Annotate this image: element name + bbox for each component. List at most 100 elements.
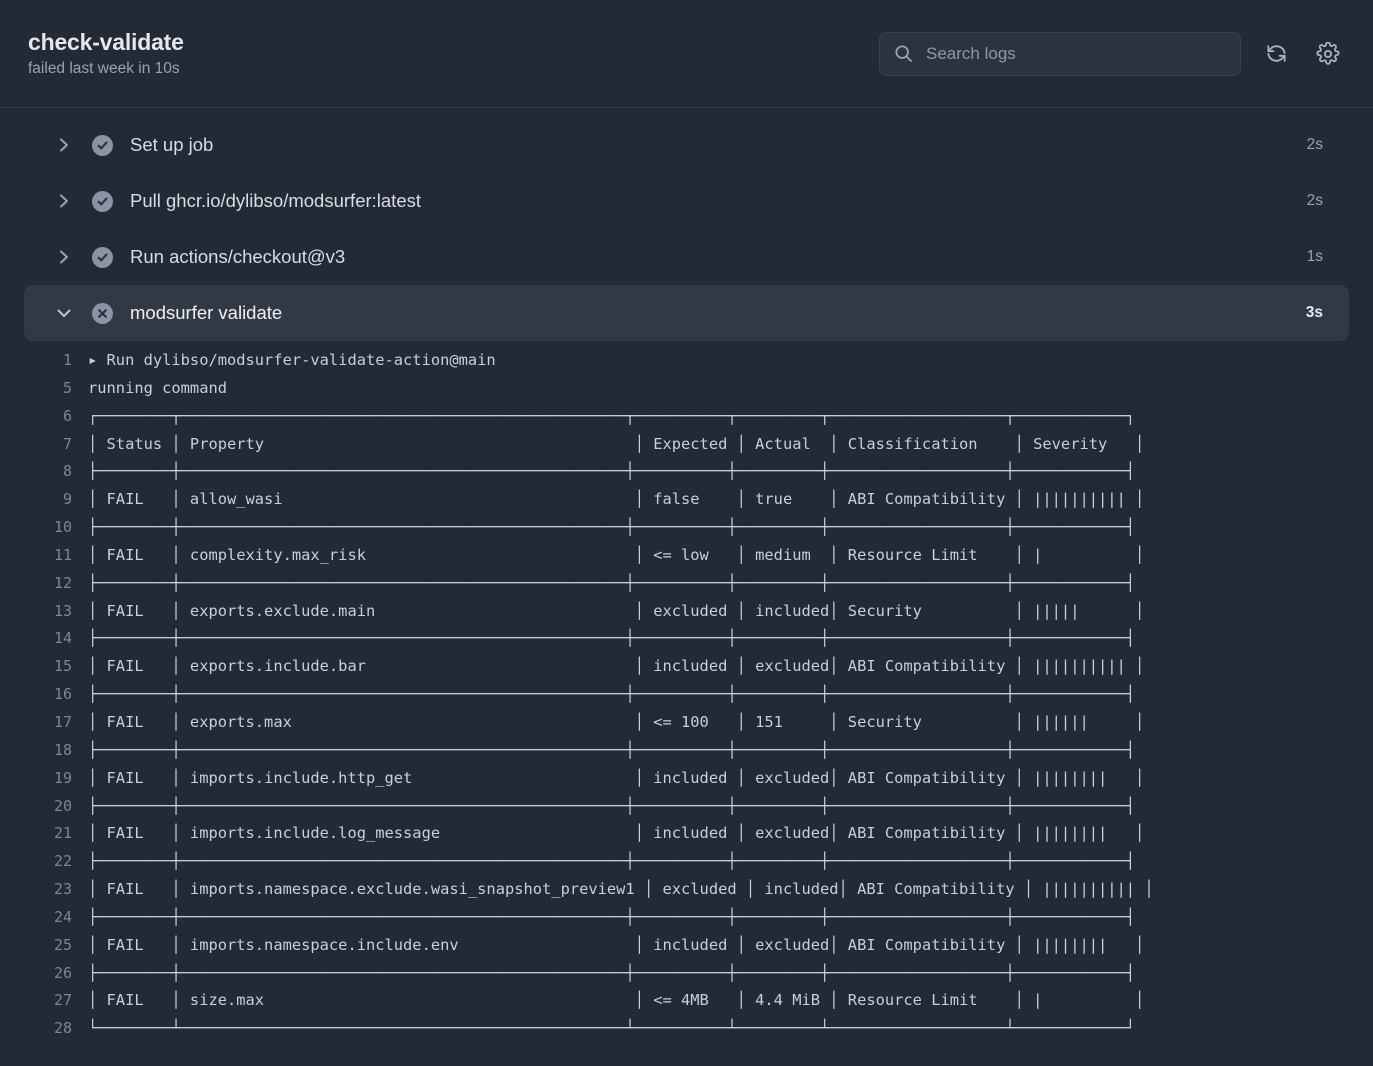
log-line-text: │ Status │ Property │ Expected │ Actual … bbox=[88, 431, 1144, 459]
job-step-row[interactable]: Pull ghcr.io/dylibso/modsurfer:latest 2s bbox=[24, 173, 1349, 229]
log-line-number: 15 bbox=[0, 653, 88, 681]
log-line: 16├────────┼────────────────────────────… bbox=[0, 681, 1373, 709]
chevron-right-icon bbox=[57, 136, 71, 154]
gear-icon bbox=[1316, 42, 1340, 66]
log-output: 1▸ Run dylibso/modsurfer-validate-action… bbox=[0, 347, 1373, 1043]
search-input[interactable] bbox=[924, 43, 1226, 65]
close-icon bbox=[97, 308, 108, 319]
log-line-number: 5 bbox=[0, 375, 88, 403]
log-line-text: ├────────┼──────────────────────────────… bbox=[88, 737, 1135, 765]
log-line: 25│ FAIL │ imports.namespace.include.env… bbox=[0, 932, 1373, 960]
log-line-text: ├────────┼──────────────────────────────… bbox=[88, 793, 1135, 821]
log-line: 21│ FAIL │ imports.include.log_message │… bbox=[0, 820, 1373, 848]
log-line-number: 1 bbox=[0, 347, 88, 375]
search-box[interactable] bbox=[879, 32, 1241, 76]
log-line-text: ├────────┼──────────────────────────────… bbox=[88, 960, 1135, 988]
log-line-text: ├────────┼──────────────────────────────… bbox=[88, 681, 1135, 709]
log-line: 26├────────┼────────────────────────────… bbox=[0, 960, 1373, 988]
job-step-label: modsurfer validate bbox=[130, 302, 282, 324]
log-line-text: │ FAIL │ imports.include.log_message │ i… bbox=[88, 820, 1144, 848]
log-line-text: │ FAIL │ imports.namespace.exclude.wasi_… bbox=[88, 876, 1154, 904]
check-icon bbox=[96, 195, 109, 208]
job-step-duration: 1s bbox=[1307, 248, 1323, 266]
log-line-text: ├────────┼──────────────────────────────… bbox=[88, 625, 1135, 653]
log-line: 20├────────┼────────────────────────────… bbox=[0, 793, 1373, 821]
log-line-text: │ FAIL │ imports.namespace.include.env │… bbox=[88, 932, 1144, 960]
log-line-text: │ FAIL │ size.max │ <= 4MB │ 4.4 MiB │ R… bbox=[88, 987, 1144, 1015]
log-line: 5running command bbox=[0, 375, 1373, 403]
log-line-number: 11 bbox=[0, 542, 88, 570]
log-line: 13│ FAIL │ exports.exclude.main │ exclud… bbox=[0, 598, 1373, 626]
job-step-label: Run actions/checkout@v3 bbox=[130, 246, 345, 268]
job-step-row[interactable]: modsurfer validate 3s bbox=[24, 285, 1349, 341]
check-icon bbox=[96, 139, 109, 152]
log-line-text: └────────┴──────────────────────────────… bbox=[88, 1015, 1135, 1043]
log-line-number: 10 bbox=[0, 514, 88, 542]
log-line-number: 7 bbox=[0, 431, 88, 459]
log-line-number: 23 bbox=[0, 876, 88, 904]
log-line-number: 24 bbox=[0, 904, 88, 932]
page-subtitle: failed last week in 10s bbox=[28, 59, 184, 79]
check-icon bbox=[96, 251, 109, 264]
log-line: 1▸ Run dylibso/modsurfer-validate-action… bbox=[0, 347, 1373, 375]
header-titles: check-validate failed last week in 10s bbox=[28, 28, 184, 80]
log-line-text: ├────────┼──────────────────────────────… bbox=[88, 848, 1135, 876]
log-line: 18├────────┼────────────────────────────… bbox=[0, 737, 1373, 765]
page-title: check-validate bbox=[28, 28, 184, 57]
chevron-down-icon[interactable] bbox=[54, 306, 74, 320]
log-line-number: 13 bbox=[0, 598, 88, 626]
log-line: 12├────────┼────────────────────────────… bbox=[0, 570, 1373, 598]
chevron-right-icon[interactable] bbox=[54, 192, 74, 210]
log-line-text: │ FAIL │ imports.include.http_get │ incl… bbox=[88, 765, 1144, 793]
log-line-number: 21 bbox=[0, 820, 88, 848]
log-line-number: 8 bbox=[0, 458, 88, 486]
log-line: 19│ FAIL │ imports.include.http_get │ in… bbox=[0, 765, 1373, 793]
job-steps-list: Set up job2sPull ghcr.io/dylibso/modsurf… bbox=[0, 108, 1373, 341]
log-line-text: │ FAIL │ allow_wasi │ false │ true │ ABI… bbox=[88, 486, 1144, 514]
log-line: 8├────────┼─────────────────────────────… bbox=[0, 458, 1373, 486]
log-line-text: ┌────────┬──────────────────────────────… bbox=[88, 403, 1135, 431]
log-line-text: │ FAIL │ complexity.max_risk │ <= low │ … bbox=[88, 542, 1144, 570]
log-line-number: 26 bbox=[0, 960, 88, 988]
refresh-icon bbox=[1265, 42, 1288, 65]
job-step-row[interactable]: Run actions/checkout@v3 1s bbox=[24, 229, 1349, 285]
job-step-label: Pull ghcr.io/dylibso/modsurfer:latest bbox=[130, 190, 421, 212]
log-line-number: 20 bbox=[0, 793, 88, 821]
job-step-duration: 2s bbox=[1307, 192, 1323, 210]
log-line: 11│ FAIL │ complexity.max_risk │ <= low … bbox=[0, 542, 1373, 570]
log-line: 14├────────┼────────────────────────────… bbox=[0, 625, 1373, 653]
log-line-number: 25 bbox=[0, 932, 88, 960]
status-success-icon bbox=[92, 191, 113, 212]
chevron-right-icon[interactable] bbox=[54, 248, 74, 266]
log-line-text: │ FAIL │ exports.include.bar │ included … bbox=[88, 653, 1144, 681]
log-line-text: ├────────┼──────────────────────────────… bbox=[88, 904, 1135, 932]
chevron-right-icon[interactable] bbox=[54, 136, 74, 154]
log-line-text: │ FAIL │ exports.exclude.main │ excluded… bbox=[88, 598, 1144, 626]
job-step-row[interactable]: Set up job2s bbox=[24, 117, 1349, 173]
log-line-number: 22 bbox=[0, 848, 88, 876]
log-line-number: 14 bbox=[0, 625, 88, 653]
log-line-number: 28 bbox=[0, 1015, 88, 1043]
log-line: 24├────────┼────────────────────────────… bbox=[0, 904, 1373, 932]
log-line-text: ├────────┼──────────────────────────────… bbox=[88, 570, 1135, 598]
chevron-down-icon bbox=[55, 306, 73, 320]
settings-button[interactable] bbox=[1311, 37, 1345, 71]
log-line: 7│ Status │ Property │ Expected │ Actual… bbox=[0, 431, 1373, 459]
log-line-number: 16 bbox=[0, 681, 88, 709]
log-line: 15│ FAIL │ exports.include.bar │ include… bbox=[0, 653, 1373, 681]
log-line-number: 27 bbox=[0, 987, 88, 1015]
log-line: 28└────────┴────────────────────────────… bbox=[0, 1015, 1373, 1043]
log-line: 23│ FAIL │ imports.namespace.exclude.was… bbox=[0, 876, 1373, 904]
log-line: 6┌────────┬─────────────────────────────… bbox=[0, 403, 1373, 431]
chevron-right-icon bbox=[57, 248, 71, 266]
log-line-text: ▸ Run dylibso/modsurfer-validate-action@… bbox=[88, 347, 496, 375]
search-icon bbox=[894, 44, 913, 63]
refresh-button[interactable] bbox=[1259, 37, 1293, 71]
log-line-text: ├────────┼──────────────────────────────… bbox=[88, 458, 1135, 486]
chevron-right-icon bbox=[57, 192, 71, 210]
log-line: 10├────────┼────────────────────────────… bbox=[0, 514, 1373, 542]
job-step-duration: 3s bbox=[1306, 304, 1323, 322]
log-line-text: ├────────┼──────────────────────────────… bbox=[88, 514, 1135, 542]
header-actions bbox=[879, 32, 1345, 76]
job-step-label: Set up job bbox=[130, 134, 213, 156]
